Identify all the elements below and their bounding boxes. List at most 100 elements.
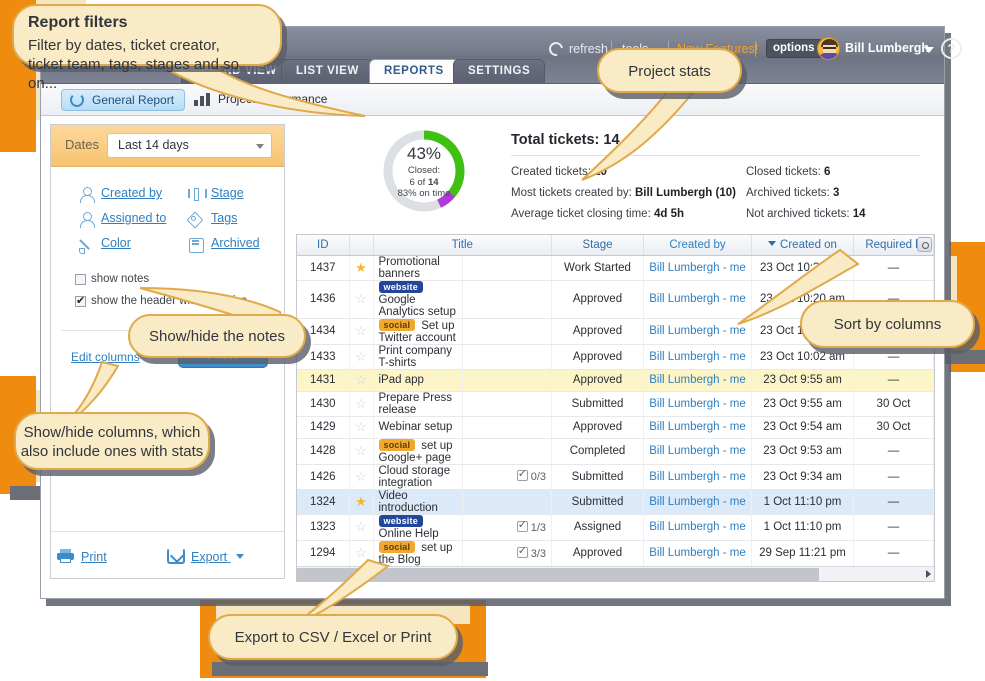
star-toggle[interactable]: ☆ [349, 318, 373, 344]
table-row[interactable]: 1431☆iPad appApprovedBill Lumbergh - me2… [297, 369, 934, 391]
user-chevron-down-icon[interactable] [924, 47, 934, 53]
divider-2 [51, 531, 284, 532]
export-button[interactable]: Export [191, 550, 244, 564]
table-row[interactable]: 1324★Video introductionSubmittedBill Lum… [297, 489, 934, 514]
dates-select-value: Last 14 days [118, 138, 189, 152]
tag-badge[interactable]: social [379, 319, 416, 331]
cell-checklist [462, 255, 551, 280]
filter-created-by[interactable]: Created by [101, 186, 162, 200]
star-toggle[interactable]: ☆ [349, 369, 373, 391]
table-row[interactable]: 1426☆Cloud storage integration0/3Submitt… [297, 464, 934, 489]
cell-created-by[interactable]: Bill Lumbergh - me [644, 514, 752, 540]
star-outline-icon[interactable]: ☆ [355, 323, 367, 338]
cell-title[interactable]: websiteOnline Help [373, 514, 462, 540]
filter-color[interactable]: Color [101, 236, 131, 250]
avatar-shirt [819, 53, 840, 59]
print-button[interactable]: Print [81, 550, 107, 564]
star-toggle[interactable]: ☆ [349, 280, 373, 318]
checkbox-box [75, 274, 86, 285]
star-outline-icon[interactable]: ☆ [355, 443, 367, 458]
callout-sort-columns: Sort by columns [800, 300, 975, 348]
star-outline-icon[interactable]: ☆ [355, 349, 367, 364]
star-outline-icon[interactable]: ☆ [355, 469, 367, 484]
tag-badge[interactable]: social [379, 541, 416, 553]
star-toggle[interactable]: ☆ [349, 391, 373, 416]
star-toggle[interactable]: ☆ [349, 514, 373, 540]
cell-title[interactable]: Webinar setup [373, 416, 462, 438]
cell-created-by[interactable]: Bill Lumbergh - me [644, 489, 752, 514]
column-settings-icon[interactable] [917, 237, 932, 252]
cell-title[interactable]: Promotional banners [373, 255, 462, 280]
filter-tags[interactable]: Tags [211, 211, 237, 225]
scroll-right-arrow-icon[interactable] [926, 570, 931, 578]
col-header-title[interactable]: Title [373, 235, 552, 255]
tag-badge[interactable]: website [379, 515, 423, 527]
cell-created-by[interactable]: Bill Lumbergh - me [644, 464, 752, 489]
stat-not-archived-tickets: Not archived tickets: 14 [746, 208, 866, 220]
cell-title[interactable]: socialset up Google+ page [373, 438, 462, 464]
tag-badge[interactable]: social [379, 439, 416, 451]
star-outline-icon[interactable]: ☆ [355, 419, 367, 434]
cell-title[interactable]: websiteGoogle Analytics setup [373, 280, 462, 318]
cell-title[interactable]: socialSet up Twitter account [373, 318, 462, 344]
star-toggle[interactable]: ☆ [349, 438, 373, 464]
cell-created-by[interactable]: Bill Lumbergh - me [644, 391, 752, 416]
filter-stage[interactable]: Stage [211, 186, 244, 200]
cell-title[interactable]: Print company T-shirts [373, 344, 462, 369]
table-row[interactable]: 1323☆websiteOnline Help1/3AssignedBill L… [297, 514, 934, 540]
callout-tail-project-stats [600, 88, 740, 188]
star-toggle[interactable]: ☆ [349, 416, 373, 438]
cell-checklist [462, 489, 551, 514]
col-header-id[interactable]: ID [297, 235, 349, 255]
avatar[interactable] [817, 37, 840, 60]
cell-title[interactable]: Prepare Press release [373, 391, 462, 416]
col-header-stage[interactable]: Stage [552, 235, 644, 255]
star-outline-icon[interactable]: ☆ [355, 396, 367, 411]
avatar-glasses [823, 47, 836, 50]
tab-settings[interactable]: SETTINGS [453, 59, 545, 83]
cell-title[interactable]: iPad app [373, 369, 462, 391]
tag-badge[interactable]: website [379, 281, 423, 293]
filter-assigned-to[interactable]: Assigned to [101, 211, 166, 225]
star-filled-icon[interactable]: ★ [355, 260, 367, 275]
cell-checklist [462, 438, 551, 464]
star-toggle[interactable]: ☆ [349, 344, 373, 369]
star-outline-icon[interactable]: ☆ [355, 519, 367, 534]
stat-label: Not archived tickets: [746, 208, 850, 220]
table-row[interactable]: 1429☆Webinar setupApprovedBill Lumbergh … [297, 416, 934, 438]
cell-created-by[interactable]: Bill Lumbergh - me [644, 540, 752, 566]
cell-title[interactable]: Cloud storage integration [373, 464, 462, 489]
star-outline-icon[interactable]: ☆ [355, 291, 367, 306]
donut-percent: 43% [381, 144, 467, 164]
col-header-star[interactable] [349, 235, 373, 255]
star-filled-icon[interactable]: ★ [355, 494, 367, 509]
refresh-icon[interactable] [546, 39, 565, 58]
cell-required-by: 30 Oct [854, 391, 934, 416]
options-button[interactable]: options [766, 39, 822, 58]
cell-stage: Submitted [552, 391, 644, 416]
callout-show-columns-body: Show/hide columns, which also include on… [16, 423, 208, 461]
table-row[interactable]: 1430☆Prepare Press releaseSubmittedBill … [297, 391, 934, 416]
cell-created-by[interactable]: Bill Lumbergh - me [644, 369, 752, 391]
help-button[interactable]: ? [941, 38, 962, 59]
star-outline-icon[interactable]: ☆ [355, 545, 367, 560]
cell-checklist [462, 344, 551, 369]
star-toggle[interactable]: ☆ [349, 464, 373, 489]
user-menu-label[interactable]: Bill Lumbergh [845, 41, 929, 55]
star-outline-icon[interactable]: ☆ [355, 372, 367, 387]
stat-value: 4d 5h [654, 208, 684, 220]
cell-stage: Submitted [552, 464, 644, 489]
table-row[interactable]: 1428☆socialset up Google+ pageCompletedB… [297, 438, 934, 464]
checklist-progress: 0/3 [517, 470, 546, 483]
refresh-link[interactable]: refresh [569, 42, 608, 56]
star-toggle[interactable]: ★ [349, 489, 373, 514]
cell-created-by[interactable]: Bill Lumbergh - me [644, 416, 752, 438]
star-toggle[interactable]: ★ [349, 255, 373, 280]
cell-title[interactable]: Video introduction [373, 489, 462, 514]
cell-required-by: — [854, 514, 934, 540]
cell-created-by[interactable]: Bill Lumbergh - me [644, 438, 752, 464]
cell-stage: Approved [552, 344, 644, 369]
sort-desc-icon [768, 241, 776, 246]
cell-id: 1436 [297, 280, 349, 318]
filter-archived[interactable]: Archived [211, 236, 260, 250]
